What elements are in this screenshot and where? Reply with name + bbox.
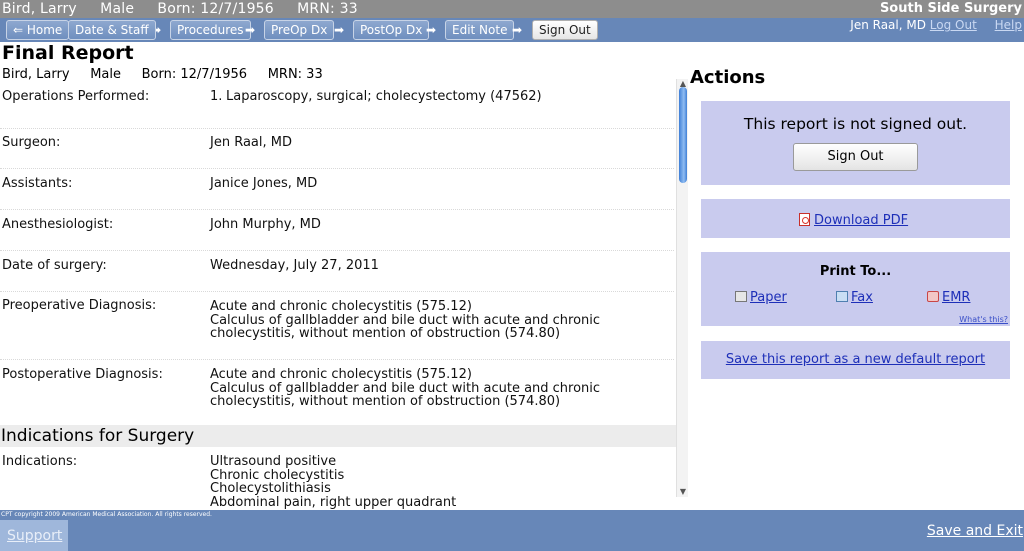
emr-tag-icon [927, 291, 939, 302]
list-item: Cholecystolithiasis [210, 481, 331, 496]
support-tab[interactable]: Support [0, 520, 68, 551]
nav-sign-out-button[interactable]: Sign Out [532, 20, 598, 40]
actions-heading: Actions [690, 67, 766, 88]
nav-home-button[interactable]: ⇐ Home [6, 20, 70, 40]
preop-diagnosis-label: Preoperative Diagnosis: [2, 298, 157, 313]
surgeon-value: Jen Raal, MD [210, 135, 292, 150]
indications-row: Indications: Ultrasound positive Chronic… [0, 447, 674, 510]
download-pdf-link[interactable]: Download PDF [799, 211, 908, 228]
operations-label: Operations Performed: [2, 89, 150, 104]
indications-label: Indications: [2, 454, 78, 469]
postop-diagnosis-value: Acute and chronic cholecystitis (575.12)… [210, 368, 600, 409]
nav-postop-dx-button[interactable]: PostOp Dx [353, 20, 430, 40]
report-patient-summary: Bird, Larry Male Born: 12/7/1956 MRN: 33 [2, 67, 323, 82]
assistants-label: Assistants: [2, 176, 73, 191]
surgeon-row: Surgeon: Jen Raal, MD [0, 128, 674, 168]
report-title: Final Report [2, 42, 134, 64]
anesthesiologist-row: Anesthesiologist: John Murphy, MD [0, 209, 674, 250]
indications-value: Ultrasound positive Chronic cholecystiti… [210, 455, 456, 509]
diagnosis-line: Calculus of gallbladder and bile duct wi… [210, 312, 601, 328]
workflow-nav-bar: ⇐ Home ➡ Date & Staff Procedures ➡ PreOp… [0, 18, 1024, 42]
nav-arrow-icon: ➡ [334, 23, 345, 37]
save-default-box: Save this report as a new default report [701, 341, 1010, 379]
app-window: Bird, Larry Male Born: 12/7/1956 MRN: 33… [0, 0, 1024, 551]
print-fax-label: Fax [851, 290, 873, 305]
save-and-exit-link[interactable]: Save and Exit [927, 523, 1023, 539]
postop-diagnosis-label: Postoperative Diagnosis: [2, 367, 163, 382]
surgery-date-value: Wednesday, July 27, 2011 [210, 258, 379, 273]
whats-this-link[interactable]: What's this? [959, 315, 1008, 324]
sign-out-button[interactable]: Sign Out [793, 143, 918, 171]
diagnosis-line: Acute and chronic cholecystitis (575.12) [210, 299, 472, 314]
anesthesiologist-value: John Murphy, MD [210, 217, 321, 232]
assistants-value: Janice Jones, MD [210, 176, 318, 191]
diagnosis-line: Acute and chronic cholecystitis (575.12) [210, 367, 472, 382]
footer-bar: CPT copyright 2009 American Medical Asso… [0, 510, 1024, 551]
surgery-date-label: Date of surgery: [2, 258, 107, 273]
user-info: Jen Raal, MD Log Out Help [850, 18, 1022, 42]
print-to-heading: Print To... [819, 264, 892, 279]
operations-list: 1. Laparoscopy, surgical; cholecystectom… [206, 90, 542, 104]
patient-summary: Bird, Larry Male Born: 12/7/1956 MRN: 33 [2, 1, 358, 17]
nav-arrow-icon: ➡ [426, 23, 437, 37]
print-paper-label: Paper [750, 290, 787, 305]
assistants-row: Assistants: Janice Jones, MD [0, 168, 674, 209]
list-item: Abdominal pain, right upper quadrant [210, 494, 457, 510]
print-emr-link[interactable]: EMR [927, 290, 970, 305]
fax-icon [836, 291, 848, 302]
support-link[interactable]: Support [7, 528, 62, 544]
sign-out-status-box: This report is not signed out. Sign Out [701, 101, 1010, 185]
current-user-name: Jen Raal, MD [850, 18, 926, 32]
nav-preop-dx-button[interactable]: PreOp Dx [264, 20, 335, 40]
nav-procedures-button[interactable]: Procedures [170, 20, 251, 40]
help-link[interactable]: Help [995, 18, 1022, 32]
diagnosis-line: cholecystitis, without mention of obstru… [210, 326, 561, 341]
report-scrollbar[interactable]: ▲ ▼ [676, 79, 688, 497]
facility-name: South Side Surgery [879, 1, 1022, 16]
list-item: 1. Laparoscopy, surgical; cholecystectom… [206, 90, 542, 104]
anesthesiologist-label: Anesthesiologist: [2, 217, 114, 232]
printer-icon [735, 291, 747, 302]
save-default-report-link[interactable]: Save this report as a new default report [701, 352, 1010, 367]
copyright-notice: CPT copyright 2009 American Medical Asso… [1, 511, 212, 518]
nav-arrow-icon: ➡ [245, 23, 256, 37]
preop-diagnosis-row: Preoperative Diagnosis: Acute and chroni… [0, 291, 674, 359]
operation-text: Laparoscopy, surgical; cholecystectomy (… [226, 89, 542, 104]
pdf-icon [799, 213, 810, 226]
surgery-date-row: Date of surgery: Wednesday, July 27, 201… [0, 250, 674, 291]
scroll-thumb[interactable] [679, 87, 687, 183]
patient-header-bar: Bird, Larry Male Born: 12/7/1956 MRN: 33… [0, 0, 1024, 18]
nav-arrow-icon: ➡ [512, 23, 523, 37]
sign-out-status-message: This report is not signed out. [743, 115, 968, 133]
report-panel: Final Report Bird, Larry Male Born: 12/7… [0, 42, 690, 510]
operations-row: Operations Performed: 1. Laparoscopy, su… [0, 88, 674, 128]
nav-date-staff-button[interactable]: Date & Staff [68, 20, 156, 40]
diagnosis-line: cholecystitis, without mention of obstru… [210, 394, 561, 409]
print-to-box: Print To... Paper Fax EMR What's this? [701, 252, 1010, 326]
print-fax-link[interactable]: Fax [836, 290, 873, 305]
log-out-link[interactable]: Log Out [930, 18, 977, 32]
diagnosis-line: Calculus of gallbladder and bile duct wi… [210, 380, 601, 396]
list-item: Chronic cholecystitis [210, 467, 345, 483]
download-box: Download PDF [701, 199, 1010, 238]
nav-edit-note-button[interactable]: Edit Note [445, 20, 515, 40]
print-emr-label: EMR [942, 290, 971, 305]
preop-diagnosis-value: Acute and chronic cholecystitis (575.12)… [210, 300, 600, 341]
scroll-down-arrow-icon[interactable]: ▼ [677, 487, 689, 497]
download-pdf-label: Download PDF [814, 213, 909, 228]
indications-section-heading: Indications for Surgery [0, 425, 676, 447]
surgeon-label: Surgeon: [2, 135, 61, 150]
print-paper-link[interactable]: Paper [735, 290, 787, 305]
postop-diagnosis-row: Postoperative Diagnosis: Acute and chron… [0, 359, 674, 425]
operation-number: 1. [210, 89, 223, 104]
list-item: Ultrasound positive [210, 454, 337, 469]
